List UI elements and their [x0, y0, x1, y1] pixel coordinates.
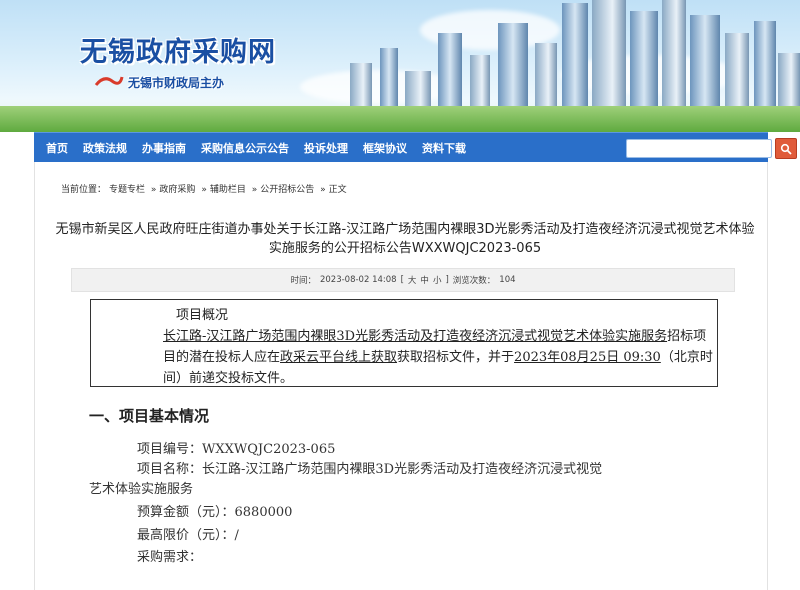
breadcrumb-link[interactable]: 公开招标公告 — [260, 185, 314, 195]
ribbon-icon — [94, 76, 124, 86]
publish-time-value: 2023-08-02 14:08 — [319, 275, 397, 285]
site-title: 无锡政府采购网 — [80, 37, 276, 68]
requirement-row: 采购需求： — [89, 548, 202, 568]
project-name-label: 项目名称： — [137, 462, 203, 477]
grass-decoration — [0, 106, 800, 132]
project-name-link[interactable]: 长江路-汉江路广场范围内裸眼3D光影秀活动及打造夜经济沉浸式视觉艺术体验实施服务 — [163, 329, 667, 344]
city-skyline-image — [350, 0, 800, 118]
project-overview-box: 项目概况 长江路-汉江路广场范围内裸眼3D光影秀活动及打造夜经济沉浸式视觉艺术体… — [90, 299, 718, 387]
nav-item-policy[interactable]: 政策法规 — [83, 140, 127, 156]
search-input[interactable] — [626, 139, 772, 158]
breadcrumb-separator: » — [201, 185, 207, 195]
breadcrumb-separator: » — [251, 185, 258, 195]
nav-item-home[interactable]: 首页 — [46, 140, 68, 156]
nav-item-downloads[interactable]: 资料下载 — [422, 140, 466, 156]
nav-item-guide[interactable]: 办事指南 — [142, 140, 186, 156]
budget-value: 6880000 — [234, 505, 293, 520]
font-size-bracket: ] — [445, 275, 449, 285]
article-meta-bar: 时间： 2023-08-02 14:08 [ 大 中 小 ] 浏览次数： 104 — [71, 268, 735, 292]
publish-time-label: 时间： — [290, 276, 316, 286]
nav-item-complaints[interactable]: 投诉处理 — [304, 140, 348, 156]
max-price-label: 最高限价（元）： — [137, 528, 235, 543]
breadcrumb: 当前位置： 专题专栏 » 政府采购 » 辅助栏目 » 公开招标公告 » 正文 — [61, 182, 350, 195]
budget-row: 预算金额（元）：6880000 — [89, 503, 292, 523]
deadline-link[interactable]: 2023年08月25日 09:30 — [514, 350, 661, 365]
breadcrumb-prefix: 当前位置： — [61, 185, 107, 195]
nav-item-announcements[interactable]: 采购信息公示公告 — [201, 140, 289, 156]
project-name-value: 长江路-汉江路广场范围内裸眼3D光影秀活动及打造夜经济沉浸式视觉 — [202, 462, 603, 477]
article-title: 无锡市新吴区人民政府旺庄街道办事处关于长江路-汉江路广场范围内裸眼3D光影秀活动… — [55, 222, 755, 256]
breadcrumb-link[interactable]: 辅助栏目 — [210, 185, 246, 195]
font-size-bracket: [ — [400, 275, 404, 285]
breadcrumb-link[interactable]: 专题专栏 — [109, 185, 145, 195]
max-price-value: / — [234, 528, 239, 543]
font-size-medium-button[interactable]: 中 — [420, 274, 429, 286]
breadcrumb-link[interactable]: 政府采购 — [159, 185, 195, 195]
search-icon — [780, 143, 792, 155]
platform-link[interactable]: 政采云平台线上获取 — [280, 350, 397, 365]
overview-text: 获取招标文件，并于 — [397, 350, 515, 365]
project-code-label: 项目编号： — [137, 442, 203, 457]
breadcrumb-current: 正文 — [328, 185, 347, 195]
max-price-row: 最高限价（元）：/ — [89, 526, 239, 546]
requirement-label: 采购需求： — [137, 550, 203, 565]
overview-body: 长江路-汉江路广场范围内裸眼3D光影秀活动及打造夜经济沉浸式视觉艺术体验实施服务… — [96, 326, 714, 389]
views-count: 104 — [499, 275, 516, 285]
breadcrumb-separator: » — [320, 185, 326, 195]
font-size-small-button[interactable]: 小 — [433, 274, 442, 286]
main-nav: 首页 政策法规 办事指南 采购信息公示公告 投诉处理 框架协议 资料下载 — [34, 132, 797, 162]
search-button[interactable] — [775, 138, 797, 159]
project-name-row: 项目名称：长江路-汉江路广场范围内裸眼3D光影秀活动及打造夜经济沉浸式视觉 艺术… — [89, 460, 729, 500]
site-subtitle: 无锡市财政局主办 — [128, 76, 225, 90]
project-code-row: 项目编号：WXXWQJC2023-065 — [89, 440, 335, 460]
breadcrumb-separator: » — [150, 185, 157, 195]
project-name-value-cont: 艺术体验实施服务 — [89, 482, 194, 497]
section-heading: 一、项目基本情况 — [89, 407, 210, 425]
project-code-value: WXXWQJC2023-065 — [202, 442, 336, 457]
overview-title: 项目概况 — [176, 308, 229, 323]
header-banner: 无锡政府采购网 无锡市财政局主办 — [0, 0, 800, 132]
views-label: 浏览次数： — [452, 276, 496, 286]
nav-item-framework[interactable]: 框架协议 — [363, 140, 407, 156]
font-size-large-button[interactable]: 大 — [408, 274, 417, 286]
budget-label: 预算金额（元）： — [137, 505, 235, 520]
content-panel: 当前位置： 专题专栏 » 政府采购 » 辅助栏目 » 公开招标公告 » 正文 无锡市新吴区… — [34, 162, 768, 590]
